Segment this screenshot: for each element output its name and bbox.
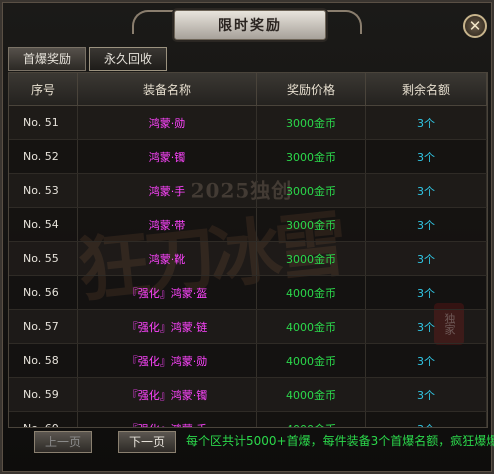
reward-price: 3000金币 <box>256 105 366 140</box>
tab-permanent-recycle[interactable]: 永久回收 <box>89 47 168 71</box>
column-header-price: 奖励价格 <box>256 73 366 106</box>
remaining-quota: 3个 <box>365 173 487 208</box>
table-row: No. 53 鸿蒙·手 3000金币 3个 <box>9 173 487 208</box>
equipment-name: 鸿蒙·带 <box>77 207 257 242</box>
reward-dialog: 限时奖励 ✕ 首爆奖励 永久回收 2025独创 狂刀冰雪 独家 序号 装备名称 … <box>0 0 494 474</box>
remaining-quota: 3个 <box>365 207 487 242</box>
promo-notice: 每个区共计5000+首爆，每件装备3个首爆名额，疯狂爆爆 <box>186 434 494 448</box>
table-header-row: 序号 装备名称 奖励价格 剩余名额 <box>9 73 487 106</box>
column-header-name: 装备名称 <box>77 73 257 106</box>
equipment-name: 『强化』鸿蒙·盔 <box>77 275 257 310</box>
row-no: No. 55 <box>9 241 78 276</box>
dialog-title: 限时奖励 <box>174 10 326 40</box>
reward-price: 4000金币 <box>256 411 366 427</box>
table-row: No. 60 『强化』鸿蒙·手 4000金币 3个 <box>9 411 487 427</box>
tab-bar: 首爆奖励 永久回收 <box>8 47 168 71</box>
prev-page-button[interactable]: 上一页 <box>34 431 92 453</box>
equipment-name: 鸿蒙·靴 <box>77 241 257 276</box>
title-ornament-left <box>132 10 174 34</box>
column-header-quota: 剩余名额 <box>365 73 487 106</box>
row-no: No. 58 <box>9 343 78 378</box>
remaining-quota: 3个 <box>365 105 487 140</box>
row-no: No. 53 <box>9 173 78 208</box>
row-no: No. 51 <box>9 105 78 140</box>
table-row: No. 52 鸿蒙·镯 3000金币 3个 <box>9 139 487 174</box>
remaining-quota: 3个 <box>365 377 487 412</box>
equipment-name: 鸿蒙·手 <box>77 173 257 208</box>
remaining-quota: 3个 <box>365 343 487 378</box>
table-row: No. 51 鸿蒙·勋 3000金币 3个 <box>9 105 487 140</box>
row-no: No. 54 <box>9 207 78 242</box>
column-header-no: 序号 <box>9 73 78 106</box>
row-no: No. 60 <box>9 411 78 427</box>
reward-price: 3000金币 <box>256 139 366 174</box>
equipment-name: 鸿蒙·勋 <box>77 105 257 140</box>
reward-price: 3000金币 <box>256 173 366 208</box>
tab-first-drop-reward[interactable]: 首爆奖励 <box>8 47 87 71</box>
reward-price: 4000金币 <box>256 343 366 378</box>
pagination: 上一页 下一页 <box>34 431 176 453</box>
row-no: No. 56 <box>9 275 78 310</box>
table-row: No. 56 『强化』鸿蒙·盔 4000金币 3个 <box>9 275 487 310</box>
next-page-button[interactable]: 下一页 <box>118 431 176 453</box>
remaining-quota: 3个 <box>365 309 487 344</box>
table-row: No. 54 鸿蒙·带 3000金币 3个 <box>9 207 487 242</box>
row-no: No. 59 <box>9 377 78 412</box>
equipment-name: 鸿蒙·镯 <box>77 139 257 174</box>
reward-price: 4000金币 <box>256 377 366 412</box>
remaining-quota: 3个 <box>365 411 487 427</box>
row-no: No. 57 <box>9 309 78 344</box>
reward-table-panel: 2025独创 狂刀冰雪 独家 序号 装备名称 奖励价格 剩余名额 No. 51 … <box>8 72 488 428</box>
equipment-name: 『强化』鸿蒙·链 <box>77 309 257 344</box>
remaining-quota: 3个 <box>365 241 487 276</box>
reward-price: 4000金币 <box>256 275 366 310</box>
table-row: No. 58 『强化』鸿蒙·勋 4000金币 3个 <box>9 343 487 378</box>
row-no: No. 52 <box>9 139 78 174</box>
reward-price: 4000金币 <box>256 309 366 344</box>
reward-table: 序号 装备名称 奖励价格 剩余名额 No. 51 鸿蒙·勋 3000金币 3个 … <box>9 73 487 427</box>
remaining-quota: 3个 <box>365 139 487 174</box>
table-row: No. 55 鸿蒙·靴 3000金币 3个 <box>9 241 487 276</box>
equipment-name: 『强化』鸿蒙·勋 <box>77 343 257 378</box>
equipment-name: 『强化』鸿蒙·镯 <box>77 377 257 412</box>
equipment-name: 『强化』鸿蒙·手 <box>77 411 257 427</box>
table-row: No. 57 『强化』鸿蒙·链 4000金币 3个 <box>9 309 487 344</box>
title-ornament-right <box>320 10 362 34</box>
table-row: No. 59 『强化』鸿蒙·镯 4000金币 3个 <box>9 377 487 412</box>
close-icon[interactable]: ✕ <box>463 14 487 38</box>
remaining-quota: 3个 <box>365 275 487 310</box>
reward-price: 3000金币 <box>256 207 366 242</box>
reward-price: 3000金币 <box>256 241 366 276</box>
